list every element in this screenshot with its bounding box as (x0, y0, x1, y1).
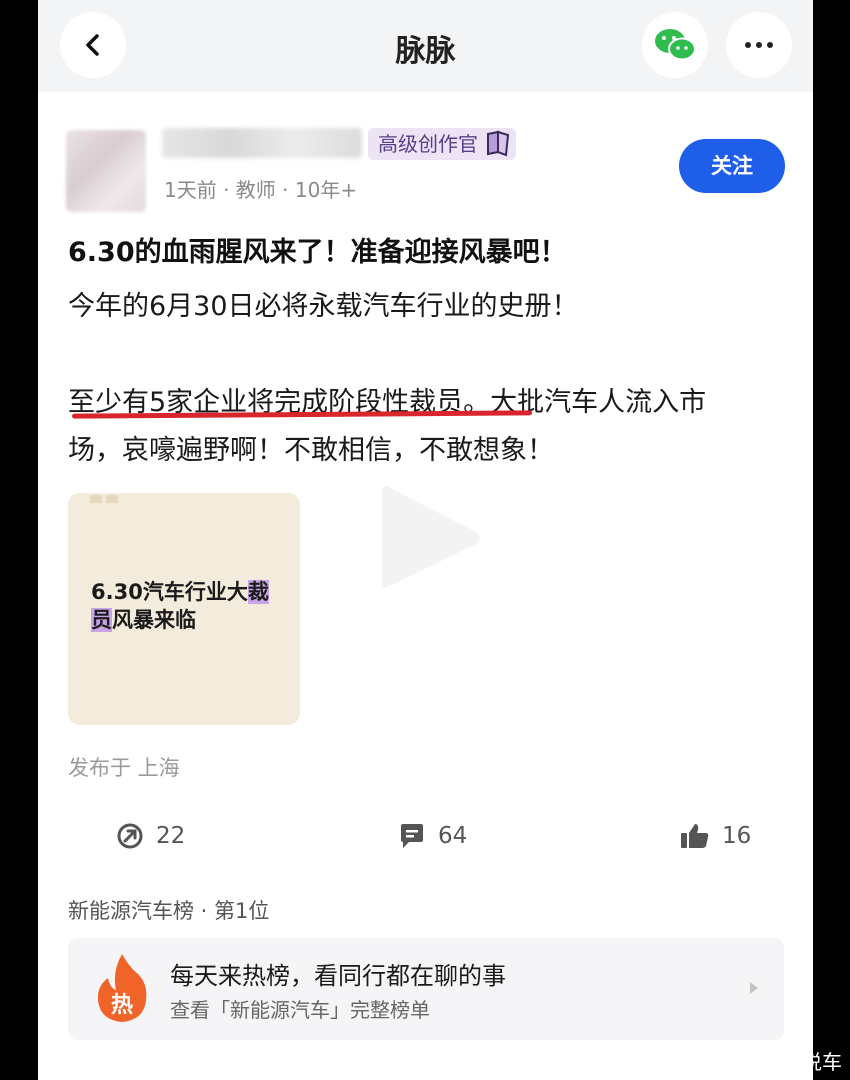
creator-badge: 高级创作官 (368, 128, 516, 160)
comment-button[interactable]: 64 (398, 812, 467, 860)
hot-card-title: 每天来热榜，看同行都在聊的事 (170, 962, 506, 990)
top-navigation-bar: 脉脉 (38, 0, 813, 92)
follow-button[interactable]: 关注 (679, 139, 785, 193)
share-count: 22 (156, 823, 186, 849)
hot-card-subtitle: 查看「新能源汽车」完整榜单 (170, 998, 430, 1022)
post-title: 6.30的血雨腥风来了！准备迎接风暴吧！ (68, 237, 567, 268)
author-name-blurred[interactable] (162, 128, 362, 158)
watermark: @南哥说车 (718, 1046, 842, 1075)
thumbnail-decoration (90, 495, 118, 503)
post-paragraph-2-line-1: 至少有5家企业将完成阶段性裁员。大批汽车人流入市 (68, 387, 707, 418)
post-paragraph-1: 今年的6月30日必将永载汽车行业的史册！ (68, 291, 579, 322)
thumbnail-text-2: 风暴来临 (112, 608, 196, 632)
comment-icon (401, 824, 423, 848)
app-screen: 脉脉 高级创作官 1天前 · 教师 · 10年+ 关注 6.30的血雨腥风来了！… (38, 0, 813, 1080)
action-bar: 22 64 16 (38, 812, 813, 860)
more-dots-icon (745, 42, 773, 48)
thumbnail-text-1: 6.30汽车行业大 (91, 580, 248, 604)
weibo-logo-icon (718, 1056, 736, 1069)
post-paragraph-2-line-2: 场，哀嚎遍野啊！不敢相信，不敢想象！ (68, 435, 554, 466)
post-meta: 1天前 · 教师 · 10年+ (164, 178, 358, 202)
hot-list-card[interactable]: 热 每天来热榜，看同行都在聊的事 查看「新能源汽车」完整榜单 (68, 938, 784, 1040)
thumbnail-text-highlight-1: 裁 (247, 580, 269, 604)
hot-fire-icon: 热 (97, 954, 147, 1022)
share-icon (117, 823, 143, 849)
thumbnail-caption: 6.30汽车行业大裁 员风暴来临 (91, 578, 291, 634)
thumbnail-text-highlight-2: 员 (91, 608, 112, 632)
watermark-text: @南哥说车 (742, 1050, 842, 1074)
avatar[interactable] (66, 130, 146, 212)
badge-book-icon (487, 130, 510, 157)
share-button[interactable]: 22 (116, 812, 185, 860)
chevron-right-icon (750, 982, 758, 994)
creator-badge-label: 高级创作官 (378, 132, 478, 156)
wechat-share-button[interactable] (642, 12, 708, 78)
hot-icon-label: 热 (111, 992, 133, 1018)
comment-count: 64 (438, 823, 468, 849)
more-button[interactable] (726, 12, 792, 78)
like-count: 16 (722, 823, 752, 849)
play-icon[interactable] (368, 478, 488, 598)
like-button[interactable]: 16 (680, 812, 751, 860)
thumbs-up-icon (681, 824, 709, 848)
wechat-icon (655, 29, 696, 61)
post-location: 发布于 上海 (68, 756, 180, 780)
ranking-label[interactable]: 新能源汽车榜 · 第1位 (68, 895, 269, 925)
video-thumbnail[interactable]: 6.30汽车行业大裁 员风暴来临 (68, 493, 300, 725)
